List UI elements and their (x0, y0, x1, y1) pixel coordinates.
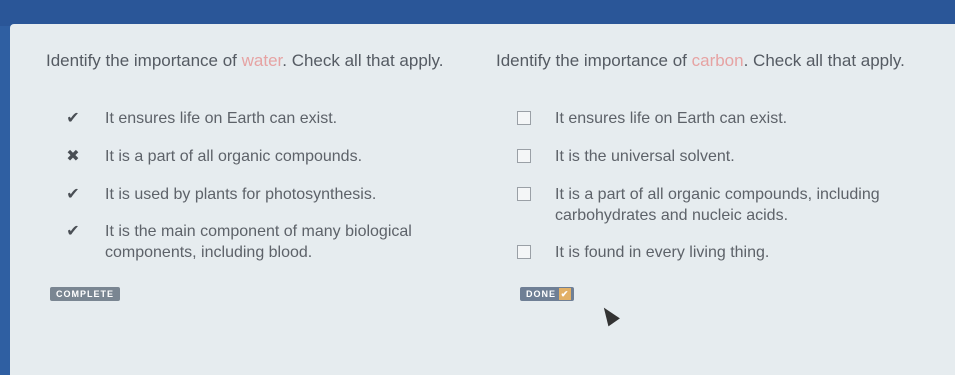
checkbox[interactable] (517, 149, 531, 163)
option-label: It ensures life on Earth can exist. (105, 110, 338, 127)
mouse-cursor-icon (598, 303, 620, 327)
checkmark-icon: ✔ (66, 110, 80, 127)
done-check-icon: ✔ (559, 288, 572, 300)
option-label: It is a part of all organic compounds. (105, 148, 363, 165)
option-label: It is the universal solvent. (555, 148, 735, 165)
carbon-question: Identify the importance of carbon. Check… (496, 50, 936, 301)
prompt-start: Identify the importance of (496, 51, 692, 70)
prompt-keyword: water (241, 51, 283, 70)
water-prompt: Identify the importance of water. Check … (46, 50, 476, 71)
done-button[interactable]: DONE ✔ (520, 287, 575, 301)
checkmark-icon: ✔ (66, 223, 80, 240)
prompt-end: . Check all that apply. (282, 51, 444, 70)
question-panel: Identify the importance of water. Check … (10, 24, 955, 375)
option-label: It is the main component of many biologi… (105, 223, 412, 261)
x-mark-icon: ✖ (66, 148, 80, 165)
prompt-start: Identify the importance of (46, 51, 242, 70)
checkbox[interactable] (517, 187, 531, 201)
option-label: It is used by plants for photosynthesis. (105, 186, 377, 203)
checkbox[interactable] (517, 245, 531, 259)
prompt-end: . Check all that apply. (743, 51, 905, 70)
option-label: It ensures life on Earth can exist. (555, 110, 788, 127)
water-question: Identify the importance of water. Check … (46, 50, 486, 301)
carbon-prompt: Identify the importance of carbon. Check… (496, 50, 926, 71)
option-label: It is a part of all organic compounds, i… (555, 186, 880, 224)
top-background (0, 0, 955, 26)
prompt-keyword: carbon (691, 51, 744, 70)
complete-button[interactable]: COMPLETE (50, 287, 121, 301)
checkmark-icon: ✔ (66, 186, 80, 203)
checkbox[interactable] (517, 111, 531, 125)
option-label: It is found in every living thing. (555, 244, 770, 261)
done-label: DONE (526, 289, 557, 299)
